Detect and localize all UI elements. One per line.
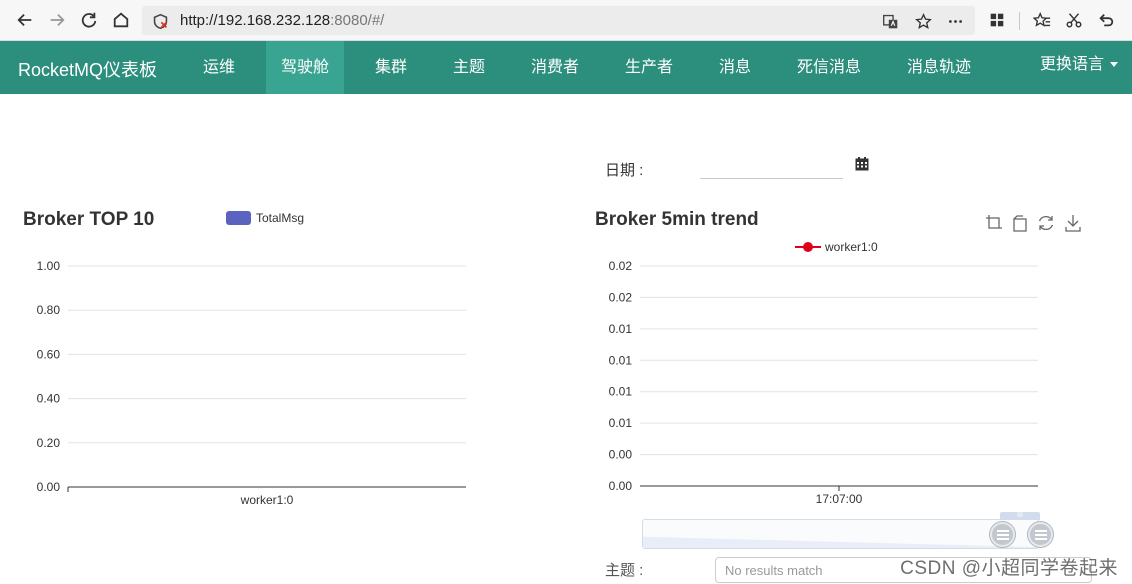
slider-preview (643, 536, 1038, 548)
browser-toolbar: http://192.168.232.128:8080/#/ (0, 0, 1132, 41)
refresh-icon[interactable] (78, 9, 100, 31)
calendar-icon[interactable] (855, 157, 869, 171)
favorites-icon[interactable] (1031, 9, 1053, 31)
download-icon[interactable] (1063, 213, 1083, 233)
zoom-icon[interactable] (984, 213, 1004, 233)
broker-trend-chart: 0.02 0.02 0.01 0.01 0.01 0.01 0.00 0.00 17:07:00 (609, 259, 1038, 506)
y-tick-label: 0.01 (609, 385, 633, 399)
slider-start-handle[interactable] (990, 522, 1015, 547)
x-tick-label: worker1:0 (240, 493, 294, 507)
y-tick-label: 0.80 (37, 303, 61, 317)
y-tick-label: 0.01 (609, 416, 633, 430)
nav-item-producer[interactable]: 生产者 (611, 41, 687, 94)
undo-icon[interactable] (1095, 9, 1117, 31)
topic-label: 主题 : (605, 562, 644, 579)
nav-item-topic[interactable]: 主题 (439, 41, 499, 94)
watermark-text: CSDN @小超同学卷起来 (900, 558, 1118, 579)
language-label: 更换语言 (1039, 56, 1104, 73)
back-icon[interactable] (14, 9, 36, 31)
date-label: 日期 : (605, 162, 644, 179)
y-tick-label: 0.60 (37, 347, 61, 361)
address-bar[interactable]: http://192.168.232.128:8080/#/ (142, 6, 975, 35)
url-text: http://192.168.232.128:8080/#/ (180, 12, 385, 29)
legend-label-totalmsg: TotalMsg (256, 211, 305, 225)
screenshot-scissors-icon[interactable] (1063, 9, 1085, 31)
top10-legend[interactable]: TotalMsg (226, 211, 304, 225)
nav-item-message[interactable]: 消息 (705, 41, 765, 94)
zoom-reset-icon[interactable] (1010, 213, 1030, 233)
y-tick-label: 0.01 (609, 322, 633, 336)
language-dropdown[interactable]: 更换语言 (1040, 41, 1118, 94)
nav-item-message-trace[interactable]: 消息轨迹 (893, 41, 985, 94)
y-tick-label: 0.40 (37, 392, 61, 406)
favorite-star-icon[interactable] (913, 11, 933, 31)
brand-title[interactable]: RocketMQ仪表板 (18, 56, 157, 82)
legend-swatch-totalmsg (226, 211, 251, 225)
datazoom-slider[interactable] (642, 519, 1039, 549)
apps-grid-icon[interactable] (986, 9, 1008, 31)
nav-item-consumer[interactable]: 消费者 (517, 41, 593, 94)
nav-item-dlq-message[interactable]: 死信消息 (783, 41, 875, 94)
y-tick-label: 0.02 (609, 259, 633, 273)
more-icon[interactable] (945, 11, 965, 31)
caret-down-icon (1110, 62, 1118, 68)
not-secure-icon[interactable] (150, 11, 170, 31)
toolbar-divider (1019, 12, 1020, 30)
nav-item-cluster[interactable]: 集群 (361, 41, 421, 94)
translate-icon[interactable] (880, 11, 900, 31)
y-tick-label: 0.02 (609, 290, 633, 304)
home-icon[interactable] (110, 9, 132, 31)
broker-trend-title: Broker 5min trend (595, 209, 759, 230)
y-tick-label: 0.00 (37, 480, 61, 494)
restore-icon[interactable] (1036, 213, 1056, 233)
slider-end-handle[interactable] (1028, 522, 1053, 547)
nav-item-ops[interactable]: 运维 (189, 41, 249, 94)
nav-item-dashboard[interactable]: 驾驶舱 (266, 41, 344, 94)
y-tick-label: 0.00 (609, 479, 633, 493)
app-navbar: RocketMQ仪表板 运维 驾驶舱 集群 主题 消费者 生产者 消息 死信消息… (0, 41, 1132, 94)
broker-top10-chart: 1.00 0.80 0.60 0.40 0.20 0.00 worker1:0 (37, 259, 466, 507)
y-tick-label: 0.20 (37, 436, 61, 450)
broker-top10-title: Broker TOP 10 (23, 209, 155, 230)
y-tick-label: 1.00 (37, 259, 61, 273)
forward-icon[interactable] (46, 9, 68, 31)
date-input[interactable] (700, 156, 843, 179)
x-tick-label: 17:07:00 (816, 492, 863, 506)
y-tick-label: 0.00 (609, 448, 633, 462)
y-tick-label: 0.01 (609, 353, 633, 367)
